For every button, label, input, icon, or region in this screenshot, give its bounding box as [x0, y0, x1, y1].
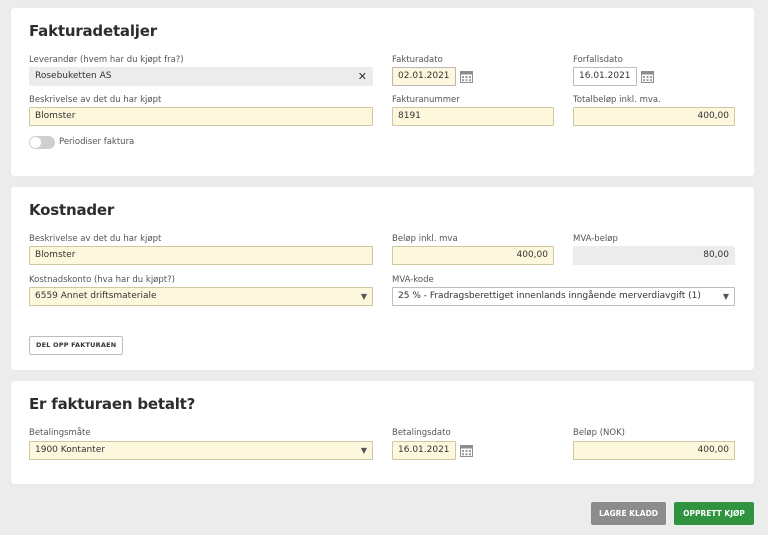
vat-amount-field: 80,00: [573, 246, 735, 265]
invoice-date-label: Fakturadato: [392, 55, 443, 65]
payment-amount-label: Beløp (NOK): [573, 428, 625, 438]
invoice-number-label: Fakturanummer: [392, 95, 460, 105]
invoice-details-card: Fakturadetaljer Leverandør (hvem har du …: [11, 8, 754, 176]
split-invoice-button[interactable]: DEL OPP FAKTURAEN: [29, 336, 124, 355]
chevron-down-icon: ▼: [360, 292, 367, 301]
total-label: Totalbeløp inkl. mva.: [573, 95, 661, 105]
description-field[interactable]: Blomster: [29, 107, 373, 126]
cost-amount-field[interactable]: 400,00: [392, 246, 554, 265]
invoice-details-title: Fakturadetaljer: [29, 22, 157, 40]
total-field[interactable]: 400,00: [573, 107, 735, 126]
create-purchase-button[interactable]: OPPRETT KJØP: [674, 502, 754, 525]
vat-code-value: 25 % - Fradragsberettiget innenlands inn…: [398, 291, 701, 301]
vat-amount-label: MVA-beløp: [573, 234, 618, 244]
payment-date-field[interactable]: 16.01.2021: [392, 441, 456, 460]
vat-code-select[interactable]: 25 % - Fradragsberettiget innenlands inn…: [392, 287, 735, 306]
payment-amount-field[interactable]: 400,00: [573, 441, 735, 460]
due-date-field[interactable]: 16.01.2021: [573, 67, 637, 86]
invoice-date-field[interactable]: 02.01.2021: [392, 67, 456, 86]
costs-card: Kostnader Beskrivelse av det du har kjøp…: [11, 187, 754, 370]
supplier-field[interactable]: Rosebuketten AS ✕: [29, 67, 373, 86]
payment-date-label: Betalingsdato: [392, 428, 451, 438]
toggle-knob: [30, 137, 41, 148]
description-label: Beskrivelse av det du har kjøpt: [29, 95, 162, 105]
supplier-value: Rosebuketten AS: [35, 71, 112, 81]
payment-card: Er fakturaen betalt? Betalingsmåte 1900 …: [11, 381, 754, 484]
due-date-label: Forfallsdato: [573, 55, 623, 65]
periodize-toggle[interactable]: [29, 136, 55, 149]
save-draft-button[interactable]: LAGRE KLADD: [591, 502, 666, 525]
vat-code-label: MVA-kode: [392, 275, 434, 285]
supplier-label: Leverandør (hvem har du kjøpt fra?): [29, 55, 184, 65]
cost-description-field[interactable]: Blomster: [29, 246, 373, 265]
payment-method-select[interactable]: 1900 Kontanter ▼: [29, 441, 373, 460]
close-icon[interactable]: ✕: [358, 68, 367, 85]
costs-title: Kostnader: [29, 201, 115, 219]
periodize-label: Periodiser faktura: [59, 137, 135, 147]
cost-amount-label: Beløp inkl. mva: [392, 234, 458, 244]
calendar-icon[interactable]: [460, 444, 473, 457]
chevron-down-icon: ▼: [360, 446, 367, 455]
invoice-number-field[interactable]: 8191: [392, 107, 554, 126]
cost-account-label: Kostnadskonto (hva har du kjøpt?): [29, 275, 175, 285]
chevron-down-icon: ▼: [722, 292, 729, 301]
calendar-icon[interactable]: [641, 70, 654, 83]
cost-account-value: 6559 Annet driftsmateriale: [35, 291, 157, 301]
payment-method-value: 1900 Kontanter: [35, 445, 105, 455]
cost-description-label: Beskrivelse av det du har kjøpt: [29, 234, 162, 244]
payment-title: Er fakturaen betalt?: [29, 395, 196, 413]
calendar-icon[interactable]: [460, 70, 473, 83]
cost-account-select[interactable]: 6559 Annet driftsmateriale ▼: [29, 287, 373, 306]
payment-method-label: Betalingsmåte: [29, 428, 91, 438]
